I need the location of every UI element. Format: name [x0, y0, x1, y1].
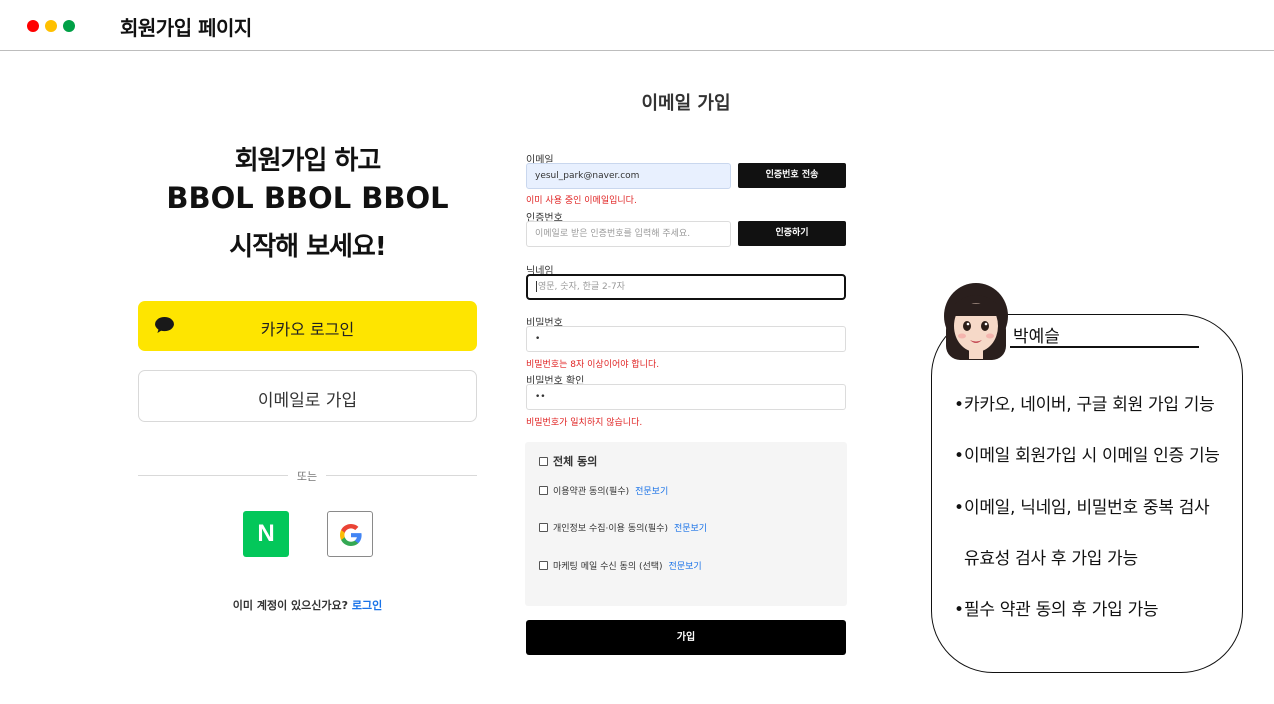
bullet-icon: • — [954, 498, 964, 518]
agree-all-label: 전체 동의 — [553, 455, 598, 468]
kakao-login-button[interactable]: 카카오 로그인 — [138, 301, 477, 351]
green-dot-icon — [63, 20, 75, 32]
terms-of-service-view-link[interactable]: 전문보기 — [635, 487, 668, 497]
note-item-text: 이메일, 닉네임, 비밀번호 중복 검사 — [964, 498, 1210, 518]
form-title: 이메일 가입 — [641, 93, 731, 114]
password-confirm-error-message: 비밀번호가 일치하지 않습니다. — [526, 418, 643, 428]
password-input[interactable]: • — [526, 326, 846, 352]
nickname-placeholder: 영문, 숫자, 한글 2-7자 — [538, 282, 625, 292]
have-account-question: 이미 계정이 있으신가요? — [232, 599, 349, 612]
slide-header: 회원가입 페이지 — [0, 0, 1274, 51]
promo-headline: 회원가입 하고 — [234, 146, 382, 176]
have-account-text: 이미 계정이 있으신가요? 로그인 — [138, 597, 477, 613]
agree-all-row: 전체 동의 — [539, 453, 597, 469]
red-dot-icon — [27, 20, 39, 32]
email-error-message: 이미 사용 중인 이메일입니다. — [526, 196, 637, 206]
signup-submit-button[interactable]: 가입 — [526, 620, 846, 655]
marketing-consent-label: 마케팅 메일 수신 동의 (선택) — [553, 562, 663, 572]
terms-of-service-row: 이용약관 동의(필수) 전문보기 — [539, 484, 668, 497]
promo-subheadline: 시작해 보세요! — [229, 232, 386, 262]
kakao-login-label: 카카오 로그인 — [260, 320, 355, 339]
agree-all-checkbox[interactable] — [539, 457, 548, 466]
note-item-text: 이메일 회원가입 시 이메일 인증 기능 — [964, 446, 1220, 466]
email-join-button[interactable]: 이메일로 가입 — [138, 370, 477, 422]
text-caret — [536, 281, 537, 292]
google-g-icon — [340, 524, 362, 546]
note-item-text: 필수 약관 동의 후 가입 가능 — [964, 600, 1159, 620]
marketing-consent-checkbox[interactable] — [539, 561, 548, 570]
terms-agreement-box: 전체 동의 이용약관 동의(필수) 전문보기 개인정보 수집·이용 동의(필수) 전… — [525, 442, 847, 606]
brand-logo-text: BBOL BBOL BBOL — [166, 181, 449, 215]
privacy-policy-label: 개인정보 수집·이용 동의(필수) — [553, 524, 668, 534]
terms-of-service-label: 이용약관 동의(필수) — [553, 487, 630, 497]
note-item-continuation: 유효성 검사 후 가입 가능 — [964, 544, 1138, 569]
terms-of-service-checkbox[interactable] — [539, 486, 548, 495]
google-login-button[interactable] — [327, 511, 373, 557]
note-item: •카카오, 네이버, 구글 회원 가입 기능 — [954, 390, 1215, 415]
note-item: •이메일 회원가입 시 이메일 인증 기능 — [954, 441, 1220, 466]
privacy-policy-view-link[interactable]: 전문보기 — [674, 524, 707, 534]
yellow-dot-icon — [45, 20, 57, 32]
naver-logo-icon: N — [257, 520, 275, 547]
login-link[interactable]: 로그인 — [352, 599, 382, 612]
slide-title: 회원가입 페이지 — [120, 16, 252, 40]
privacy-policy-checkbox[interactable] — [539, 523, 548, 532]
note-item-text: 카카오, 네이버, 구글 회원 가입 기능 — [964, 395, 1215, 415]
send-code-button[interactable]: 인증번호 전송 — [738, 163, 846, 188]
verification-code-input[interactable]: 이메일로 받은 인증번호를 입력해 주세요. — [526, 221, 731, 247]
note-item-text: 유효성 검사 후 가입 가능 — [964, 549, 1138, 569]
naver-login-button[interactable]: N — [243, 511, 289, 557]
note-item: •필수 약관 동의 후 가입 가능 — [954, 595, 1159, 620]
bullet-icon: • — [954, 600, 964, 620]
divider-left — [138, 475, 288, 476]
verify-button[interactable]: 인증하기 — [738, 221, 846, 246]
presenter-avatar-icon — [944, 283, 1008, 360]
bullet-icon: • — [954, 395, 964, 415]
divider-right — [326, 475, 477, 476]
password-error-message: 비밀번호는 8자 이상이어야 합니다. — [526, 360, 660, 370]
email-input[interactable]: yesul_park@naver.com — [526, 163, 731, 189]
nickname-input[interactable]: 영문, 숫자, 한글 2-7자 — [526, 274, 846, 300]
email-join-label: 이메일로 가입 — [257, 391, 358, 411]
marketing-consent-view-link[interactable]: 전문보기 — [669, 562, 702, 572]
note-item: •이메일, 닉네임, 비밀번호 중복 검사 — [954, 493, 1210, 518]
privacy-policy-row: 개인정보 수집·이용 동의(필수) 전문보기 — [539, 521, 707, 534]
divider-or-text: 또는 — [296, 470, 318, 483]
presenter-name: 박예슬 — [1013, 327, 1060, 347]
password-confirm-input[interactable]: •• — [526, 384, 846, 410]
presenter-name-underline — [1010, 346, 1199, 348]
bullet-icon: • — [954, 446, 964, 466]
marketing-consent-row: 마케팅 메일 수신 동의 (선택) 전문보기 — [539, 559, 702, 572]
